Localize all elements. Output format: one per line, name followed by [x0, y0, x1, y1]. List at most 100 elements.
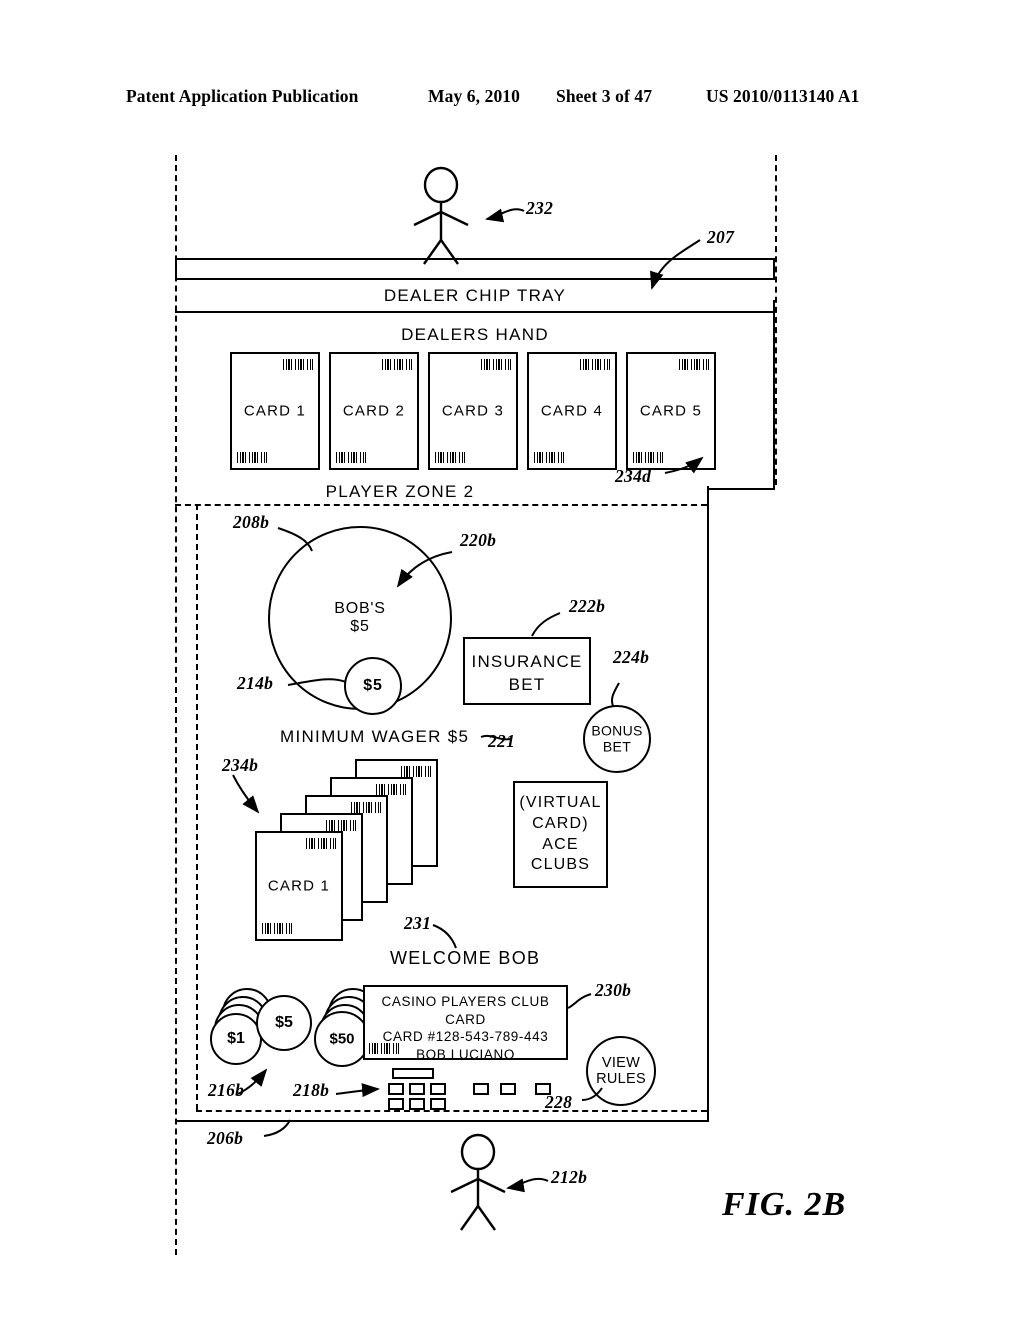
- frame-step-horizontal: [707, 488, 775, 490]
- insurance-bet-line1: INSURANCE: [471, 652, 583, 671]
- dealer-card-5[interactable]: CARD 5: [626, 352, 716, 470]
- wager-chip-value: $5: [363, 677, 383, 695]
- chip-value: $5: [275, 1014, 293, 1031]
- ref-221: 221: [488, 731, 516, 751]
- dealer-card-label: CARD 1: [243, 402, 307, 420]
- chip-value: $50: [329, 1030, 355, 1048]
- virtual-card-box[interactable]: (VIRTUAL CARD) ACE CLUBS: [513, 781, 608, 888]
- dealers-hand-label: DEALERS HAND: [401, 325, 549, 344]
- virtual-card-line4: CLUBS: [530, 856, 591, 874]
- dealer-card-3[interactable]: CARD 3: [428, 352, 518, 470]
- bet-circle-line1: BOB'S: [334, 600, 386, 618]
- barcode-icon: [633, 452, 663, 463]
- control-key-7[interactable]: [473, 1083, 489, 1095]
- player-zone-title: PLAYER ZONE 2: [325, 482, 475, 501]
- barcode-icon: [481, 359, 511, 370]
- bet-circle-label: BOB'S $5: [270, 600, 450, 636]
- leader-222b: [531, 612, 561, 637]
- ref-231: 231: [404, 913, 432, 933]
- virtual-card-line1: (VIRTUAL: [519, 794, 602, 811]
- chip-stack-1[interactable]: $1: [210, 1013, 262, 1065]
- control-key-1[interactable]: [388, 1083, 404, 1095]
- bonus-bet-circle[interactable]: BONUS BET: [583, 705, 651, 773]
- leader-231: [432, 924, 457, 949]
- ref-222b: 222b: [569, 596, 606, 616]
- bet-circle-line2: $5: [350, 618, 370, 635]
- view-rules-label: VIEW RULES: [588, 1055, 654, 1087]
- player-zone-border-bottom: [196, 1110, 707, 1112]
- ref-230b: 230b: [595, 980, 632, 1000]
- leader-212b: [506, 1177, 549, 1193]
- insurance-bet-box[interactable]: INSURANCE BET: [463, 637, 591, 705]
- view-rules-line2: RULES: [596, 1071, 646, 1087]
- control-key-4[interactable]: [388, 1098, 404, 1110]
- insurance-bet-label: INSURANCE BET: [465, 651, 589, 697]
- insurance-bet-line2: BET: [508, 674, 546, 694]
- chip-value: $1: [227, 1030, 245, 1047]
- virtual-card-label: (VIRTUAL CARD) ACE CLUBS: [515, 793, 606, 876]
- barcode-icon: [534, 452, 564, 463]
- table-bottom-edge: [175, 1120, 709, 1122]
- leader-207: [650, 239, 701, 290]
- header-publication: Patent Application Publication: [126, 86, 359, 106]
- barcode-icon: [435, 452, 465, 463]
- dealer-card-1[interactable]: CARD 1: [230, 352, 320, 470]
- control-key-2[interactable]: [409, 1083, 425, 1095]
- ref-216b: 216b: [208, 1080, 245, 1100]
- barcode-icon: [262, 923, 292, 934]
- header-patent-number: US 2010/0113140 A1: [706, 86, 860, 106]
- club-card-line1: CASINO PLAYERS CLUB CARD: [381, 994, 550, 1027]
- barcode-icon: [283, 359, 313, 370]
- frame-step-vertical-lower: [707, 488, 709, 1120]
- ref-232: 232: [526, 198, 554, 218]
- minimum-wager-label: MINIMUM WAGER $5: [280, 727, 470, 746]
- dealer-card-label: CARD 3: [441, 402, 505, 420]
- leader-234b: [232, 774, 260, 814]
- control-key-8[interactable]: [500, 1083, 516, 1095]
- barcode-icon: [306, 838, 336, 849]
- dealer-card-4[interactable]: CARD 4: [527, 352, 617, 470]
- chip-stack-5[interactable]: $5: [256, 995, 312, 1051]
- table-border-left: [175, 155, 177, 1255]
- chip-tray-left-cap: [175, 258, 177, 280]
- leader-218b: [335, 1083, 380, 1098]
- leader-224b: [610, 682, 620, 707]
- ref-207: 207: [707, 227, 735, 247]
- view-rules-button[interactable]: VIEW RULES: [586, 1036, 656, 1106]
- chip-tray-top-rail: [175, 258, 775, 260]
- bonus-bet-line2: BET: [602, 738, 632, 754]
- dealer-stick-figure: [413, 166, 469, 265]
- ref-228: 228: [545, 1092, 573, 1112]
- ref-208b: 208b: [233, 512, 270, 532]
- chip-stack-50[interactable]: $50: [314, 1011, 370, 1067]
- dealer-card-2[interactable]: CARD 2: [329, 352, 419, 470]
- leader-206b: [263, 1119, 291, 1137]
- players-club-card[interactable]: CASINO PLAYERS CLUB CARD CARD #128-543-7…: [363, 985, 568, 1062]
- table-border-right: [775, 155, 777, 485]
- header-sheet: Sheet 3 of 47: [556, 86, 653, 106]
- control-key-6[interactable]: [430, 1098, 446, 1110]
- header-date: May 6, 2010: [428, 86, 520, 106]
- control-key-3[interactable]: [430, 1083, 446, 1095]
- player-card-1[interactable]: CARD 1: [255, 831, 343, 941]
- barcode-icon: [326, 820, 356, 831]
- control-bar-wide[interactable]: [392, 1068, 434, 1079]
- barcode-icon: [237, 452, 267, 463]
- player-zone-border-top: [175, 504, 707, 506]
- chip-tray-right-cap: [773, 258, 775, 280]
- bonus-bet-label: BONUS BET: [585, 723, 649, 754]
- welcome-message: WELCOME BOB: [390, 948, 541, 968]
- virtual-card-line3: ACE: [542, 835, 579, 853]
- control-key-5[interactable]: [409, 1098, 425, 1110]
- barcode-icon: [580, 359, 610, 370]
- barcode-icon: [369, 1043, 399, 1054]
- player-zone-border-left: [196, 504, 198, 1110]
- dealer-chip-tray-label: DEALER CHIP TRAY: [383, 286, 567, 305]
- leader-230b: [567, 993, 592, 1009]
- ref-234d: 234d: [615, 466, 652, 486]
- wager-chip[interactable]: $5: [344, 657, 402, 715]
- ref-224b: 224b: [613, 647, 650, 667]
- virtual-card-line2: CARD): [532, 814, 589, 832]
- barcode-icon: [351, 802, 381, 813]
- ref-206b: 206b: [207, 1128, 244, 1148]
